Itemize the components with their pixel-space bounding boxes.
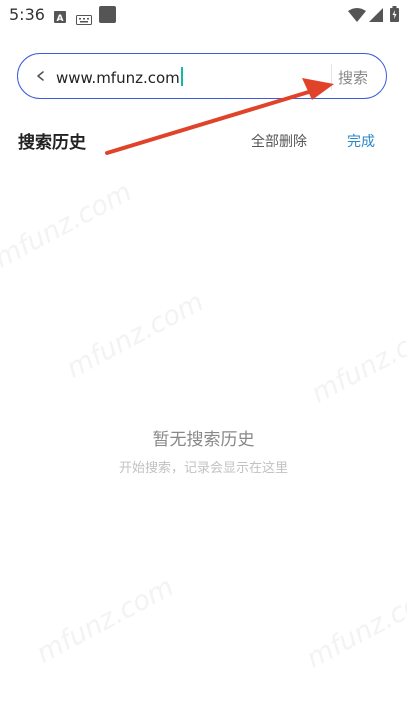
- annotation-arrow: [105, 78, 334, 155]
